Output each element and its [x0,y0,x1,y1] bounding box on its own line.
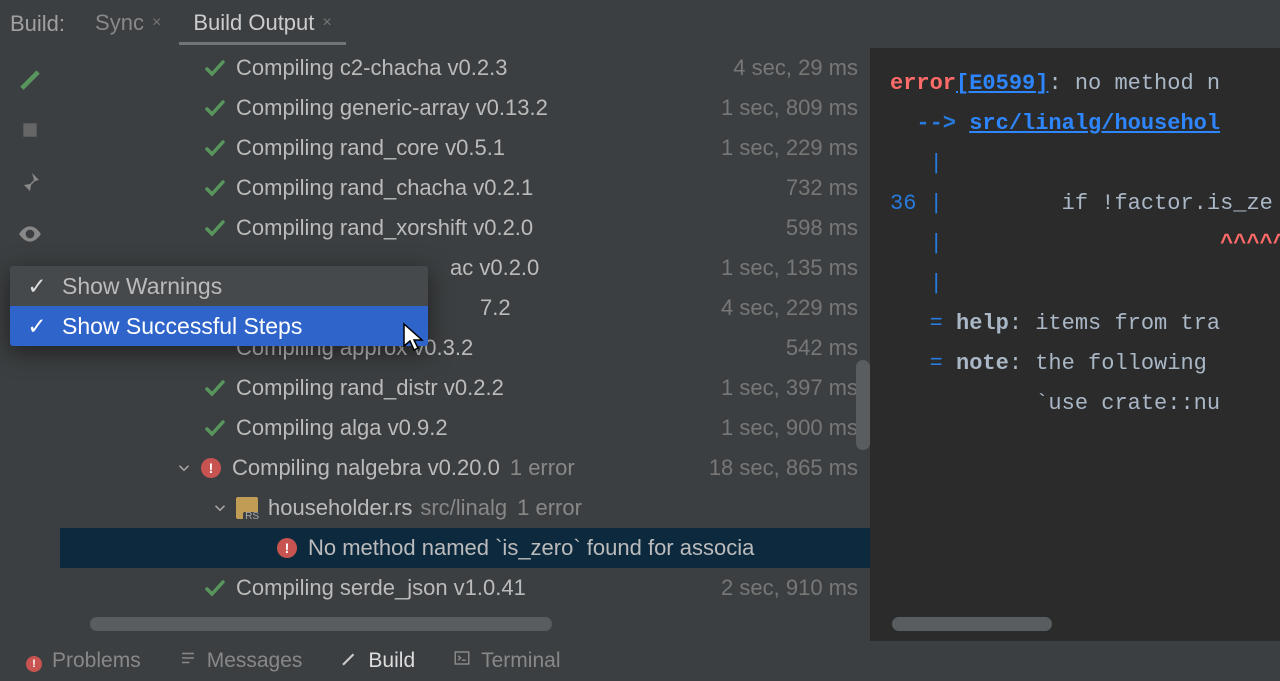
tab-build-output[interactable]: Build Output × [179,4,345,45]
task-row[interactable]: Compiling c2-chacha v0.2.3 4 sec, 29 ms [60,48,870,88]
tab-label: Sync [95,10,144,36]
pin-icon[interactable] [16,168,44,196]
duration: 1 sec, 900 ms [721,417,858,439]
list-icon [179,649,197,673]
bottom-toolwindow-bar: ! Problems Messages Build Terminal [0,641,1280,681]
check-icon: ✓ [26,313,48,340]
check-icon: ✓ [26,273,48,300]
check-icon [200,136,230,160]
duration: 4 sec, 29 ms [733,57,858,79]
scrollbar-thumb[interactable] [90,617,552,631]
scrollbar-thumb[interactable] [892,617,1052,631]
file-link[interactable]: src/linalg/househol [969,111,1220,136]
check-icon [200,416,230,440]
check-icon [200,216,230,240]
error-icon: ! [196,458,226,478]
check-icon [200,56,230,80]
file-row[interactable]: householder.rs src/linalg 1 error [60,488,870,528]
build-tabs-header: Build: Sync × Build Output × [0,0,1280,48]
filter-popup-menu: ✓ Show Warnings ✓ Show Successful Steps [10,266,428,346]
duration: 1 sec, 397 ms [721,377,858,399]
close-icon[interactable]: × [152,14,161,32]
check-icon [200,96,230,120]
horizontal-scrollbar[interactable] [892,617,1274,631]
error-icon: ! [272,538,302,558]
chevron-down-icon[interactable] [208,499,232,517]
check-icon [200,576,230,600]
tab-label: Build Output [193,10,314,36]
check-icon [200,376,230,400]
task-row[interactable]: Compiling rand_core v0.5.1 1 sec, 229 ms [60,128,870,168]
eye-icon[interactable] [16,220,44,248]
terminal-icon [453,649,471,673]
task-row[interactable]: Compiling alga v0.9.2 1 sec, 900 ms [60,408,870,448]
duration: 732 ms [786,177,858,199]
task-row[interactable]: Compiling generic-array v0.13.2 1 sec, 8… [60,88,870,128]
line-number: 36 [890,191,916,216]
close-icon[interactable]: × [322,14,331,32]
error-keyword: error [890,71,956,96]
bottom-tab-build[interactable]: Build [324,643,431,679]
bottom-tab-terminal[interactable]: Terminal [437,643,576,679]
duration: 542 ms [786,337,858,359]
task-row[interactable]: Compiling rand_distr v0.2.2 1 sec, 397 m… [60,368,870,408]
task-row-error[interactable]: ! Compiling nalgebra v0.20.0 1 error 18 … [60,448,870,488]
hammer-icon [340,649,358,673]
bottom-tab-problems[interactable]: ! Problems [10,643,157,679]
build-label: Build: [10,11,65,37]
horizontal-scrollbar[interactable] [90,617,860,631]
menu-item-show-successful[interactable]: ✓ Show Successful Steps [10,306,428,346]
task-row[interactable]: Compiling rand_xorshift v0.2.0 598 ms [60,208,870,248]
stop-icon[interactable] [16,116,44,144]
task-row[interactable]: Compiling rand_chacha v0.2.1 732 ms [60,168,870,208]
duration: 1 sec, 229 ms [721,137,858,159]
duration: 4 sec, 229 ms [721,297,858,319]
task-row[interactable]: Compiling serde_json v1.0.41 2 sec, 910 … [60,568,870,608]
duration: 1 sec, 809 ms [721,97,858,119]
duration: 2 sec, 910 ms [721,577,858,599]
file-path: src/linalg [420,497,507,519]
error-code-link[interactable]: [E0599] [956,71,1048,96]
menu-item-show-warnings[interactable]: ✓ Show Warnings [10,266,428,306]
duration: 18 sec, 865 ms [709,457,858,479]
tab-sync[interactable]: Sync × [81,4,175,45]
error-count: 1 error [510,457,575,479]
error-message-row[interactable]: ! No method named `is_zero` found for as… [60,528,870,568]
chevron-down-icon[interactable] [172,459,196,477]
bottom-tab-messages[interactable]: Messages [163,643,319,679]
rust-file-icon [232,497,262,519]
error-count: 1 error [517,497,582,519]
error-output-panel[interactable]: error[E0599]: no method n --> src/linalg… [870,48,1280,641]
duration: 598 ms [786,217,858,239]
check-icon [200,176,230,200]
vertical-scrollbar[interactable] [856,60,870,600]
hammer-icon[interactable] [16,64,44,92]
scrollbar-thumb[interactable] [856,360,870,450]
error-icon: ! [26,649,42,673]
duration: 1 sec, 135 ms [721,257,858,279]
